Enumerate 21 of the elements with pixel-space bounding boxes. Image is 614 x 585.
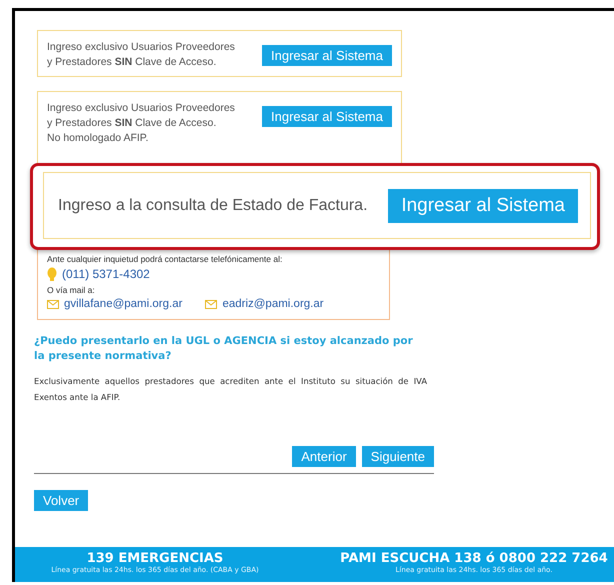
email-link[interactable]: gvillafane@pami.org.ar [64,298,182,310]
card-text: Ingreso exclusivo Usuarios Proveedores y Prestadores SIN Clave de Acceso. [47,40,235,70]
faq-answer: Exclusivamente aquellos prestadores que acrediten ante el Instituto su situación de IVA Exentos ante la AFIP. [34,375,427,404]
headset-icon [47,267,57,281]
faq-question: ¿Puedo presentarlo en la UGL o AGENCIA si estoy alcanzado por la presente normativa? [34,334,414,364]
login-button[interactable]: Ingresar al Sistema [388,188,578,222]
next-button[interactable]: Siguiente [362,446,434,467]
card-text: Ingreso exclusivo Usuarios Proveedores y Prestadores SIN Clave de Acceso. No homologado AFIP. [47,101,235,146]
invoice-text: Ingreso a la consulta de Estado de Factura. [58,196,368,214]
mail-icon [47,300,59,308]
hotline-title: 139 EMERGENCIAS [86,551,224,566]
previous-button[interactable]: Anterior [292,446,356,467]
login-button[interactable]: Ingresar al Sistema [262,106,392,127]
hotline-title: PAMI ESCUCHA 138 ó 0800 222 7264 [340,551,608,566]
mail-intro: O vía mail a: [47,285,96,295]
mail-icon [205,300,218,308]
phone-intro: Ante cualquier inquietud podrá contactarse telefónicamente al: [47,254,284,264]
login-button[interactable]: Ingresar al Sistema [262,45,392,66]
phone-link[interactable]: (011) 5371-4302 [62,267,150,281]
email-link[interactable]: eadriz@pami.org.ar [222,298,324,310]
back-button[interactable]: Volver [34,490,88,511]
